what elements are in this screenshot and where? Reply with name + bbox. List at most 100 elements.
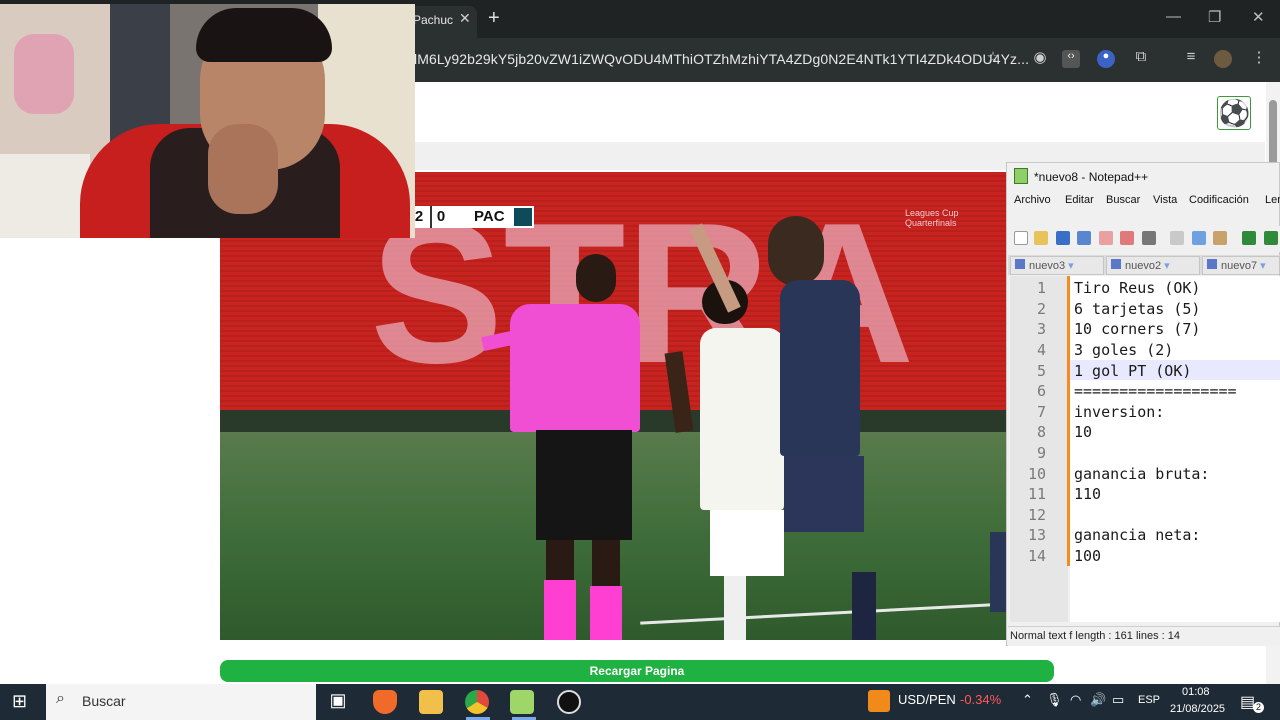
tab-nuevo3[interactable]: nuevo3 ▾ — [1010, 256, 1104, 275]
copy-icon[interactable] — [1192, 231, 1206, 245]
camera-icon[interactable]: ◉ — [1029, 48, 1051, 70]
redo-icon[interactable] — [1264, 231, 1278, 245]
referee-head — [576, 254, 616, 302]
paste-icon[interactable] — [1213, 231, 1227, 245]
menu-editar[interactable]: Editar — [1065, 194, 1094, 206]
close-file-icon[interactable] — [1099, 231, 1113, 245]
webcam-person-hand — [208, 124, 278, 214]
clock-time[interactable]: 01:08 — [1182, 686, 1210, 698]
notepadpp-taskbar-icon[interactable] — [510, 690, 534, 714]
media-queue-icon[interactable]: ≡ — [1180, 48, 1202, 70]
player-white-shirt — [700, 328, 784, 510]
file-explorer-icon[interactable] — [419, 690, 443, 714]
menu-archivo[interactable]: Archivo — [1014, 194, 1051, 206]
minimize-icon[interactable]: — — [1166, 8, 1181, 25]
page-scrollbar-thumb[interactable] — [1269, 100, 1277, 170]
close-tab-icon[interactable]: ✕ — [459, 10, 471, 27]
cut-icon[interactable] — [1170, 231, 1184, 245]
tab-label: nuevo7 — [1221, 260, 1258, 272]
currency-pair[interactable]: USD/PEN — [898, 692, 956, 707]
code-extension-icon[interactable]: ‹› — [1062, 50, 1080, 68]
player-navy-head — [768, 216, 824, 286]
search-icon: ⌕ — [56, 690, 65, 707]
referee-shirt — [510, 304, 640, 432]
line-number: 4 — [1036, 341, 1046, 359]
tab-nuevo2[interactable]: nuevo2 ▾ — [1106, 256, 1200, 275]
menu-kebab-icon[interactable]: ⋮ — [1248, 48, 1270, 70]
close-window-icon[interactable]: ✕ — [1252, 8, 1265, 26]
notepad-title: *nuevo8 - Notepad++ — [1034, 170, 1149, 184]
player-navy-shirt — [780, 280, 860, 456]
undo-icon[interactable] — [1242, 231, 1256, 245]
menu-buscar[interactable]: Buscar — [1106, 194, 1140, 206]
ad-text: Leagues Cup Quarterfinals — [905, 208, 959, 228]
player-navy-sock — [852, 572, 876, 640]
code-line[interactable]: 110 — [1074, 485, 1101, 503]
code-line[interactable]: 10 corners (7) — [1074, 320, 1200, 338]
task-view-icon[interactable]: ▣ — [326, 690, 350, 714]
tab-dropdown-icon[interactable]: ▾ — [1068, 260, 1074, 272]
windows-start-icon[interactable]: ⊞ — [12, 692, 32, 712]
tab-nuevo7[interactable]: nuevo7 ▾ — [1202, 256, 1280, 275]
stock-widget-icon[interactable] — [868, 690, 890, 712]
wifi-icon[interactable]: ◠ — [1070, 692, 1081, 708]
player-white-shorts — [710, 510, 784, 576]
page-header — [415, 82, 1265, 142]
code-line[interactable]: ganancia bruta: — [1074, 465, 1209, 483]
clock-date[interactable]: 21/08/2025 — [1170, 703, 1225, 715]
code-line[interactable]: Tiro Reus (OK) — [1074, 279, 1200, 297]
bookmark-star-icon[interactable]: ☆ — [982, 48, 1004, 70]
code-line[interactable]: 1 gol PT (OK) — [1074, 362, 1191, 380]
code-line[interactable]: inversion: — [1074, 403, 1164, 421]
restore-icon[interactable]: ❐ — [1208, 8, 1221, 26]
new-file-icon[interactable] — [1014, 231, 1028, 245]
referee-sock-right — [590, 586, 622, 640]
reload-page-button[interactable]: Recargar Pagina — [220, 660, 1054, 682]
save-all-icon[interactable] — [1077, 231, 1091, 245]
code-line[interactable]: 6 tarjetas (5) — [1074, 300, 1200, 318]
taskbar-search-label: Buscar — [82, 693, 126, 709]
code-line[interactable]: 10 — [1074, 423, 1092, 441]
video-player[interactable]: STRA Leagues Cup Quarterfinals — [220, 172, 1010, 640]
code-line[interactable]: 3 goles (2) — [1074, 341, 1173, 359]
close-all-icon[interactable] — [1120, 231, 1134, 245]
line-number: 5 — [1036, 362, 1046, 380]
save-icon[interactable] — [1056, 231, 1070, 245]
microphone-icon[interactable]: 🎙 — [1046, 692, 1063, 708]
brave-browser-icon[interactable] — [373, 690, 397, 714]
tab-dropdown-icon[interactable]: ▾ — [1164, 260, 1170, 272]
scoreboard: 2 0 PAC — [412, 206, 534, 228]
code-line[interactable]: ganancia neta: — [1074, 526, 1200, 544]
menu-vista[interactable]: Vista — [1153, 194, 1177, 206]
webcam-overlay — [0, 4, 415, 238]
line-number: 9 — [1036, 444, 1046, 462]
volume-icon[interactable]: 🔊 — [1090, 692, 1106, 708]
address-bar[interactable]: lM6Ly92b29kY5jb20vZW1iZWQvODU4MThiOTZhMz… — [414, 51, 1029, 67]
soccer-ball-icon[interactable]: ⚽ — [1217, 96, 1251, 130]
menu-codificacion[interactable]: Codificación — [1189, 194, 1249, 206]
player-navy-shorts — [784, 456, 864, 532]
print-icon[interactable] — [1142, 231, 1156, 245]
menu-lenguaje[interactable]: Len — [1265, 194, 1280, 206]
notification-badge: 2 — [1253, 702, 1264, 713]
language-indicator[interactable]: ESP — [1138, 694, 1160, 706]
score-divider — [430, 206, 432, 228]
code-line[interactable]: 100 — [1074, 547, 1101, 565]
new-tab-button[interactable]: + — [488, 7, 500, 30]
line-number: 3 — [1036, 320, 1046, 338]
chrome-icon[interactable] — [465, 690, 489, 714]
tab-title: Pachuc — [413, 13, 454, 27]
battery-icon[interactable]: ▭ — [1112, 692, 1124, 708]
currency-change[interactable]: -0.34% — [960, 692, 1001, 707]
profile-avatar-icon[interactable] — [1214, 50, 1232, 68]
tab-dropdown-icon[interactable]: ▾ — [1260, 260, 1266, 272]
open-file-icon[interactable] — [1034, 231, 1048, 245]
line-number: 14 — [1027, 547, 1046, 565]
puzzle-icon[interactable]: ⧉ — [1130, 48, 1152, 70]
show-hidden-icons-icon[interactable]: ⌃ — [1022, 692, 1033, 708]
code-line[interactable]: ================== — [1074, 382, 1280, 400]
line-number: 7 — [1036, 403, 1046, 421]
extension-icon[interactable]: ● — [1097, 50, 1115, 68]
obs-icon[interactable] — [557, 690, 581, 714]
webcam-person-hair — [196, 8, 332, 62]
